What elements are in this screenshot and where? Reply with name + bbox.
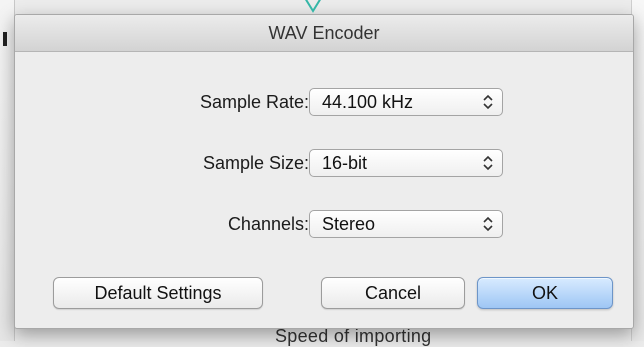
cancel-button[interactable]: Cancel [321, 277, 465, 309]
dialog-title: WAV Encoder [15, 15, 633, 52]
channels-row: Channels: Stereo [15, 207, 633, 241]
chevron-down-icon [302, 0, 324, 16]
channels-label: Channels: [227, 213, 309, 234]
up-down-chevrons-icon [480, 89, 496, 115]
channels-select[interactable]: Stereo [309, 210, 503, 238]
ok-button[interactable]: OK [477, 277, 613, 309]
sample-size-label: Sample Size: [202, 152, 309, 173]
sample-rate-label: Sample Rate: [199, 91, 309, 112]
sample-size-row: Sample Size: 16-bit [15, 146, 633, 180]
sample-rate-select[interactable]: 44.100 kHz [309, 88, 503, 116]
up-down-chevrons-icon [480, 150, 496, 176]
background-text: Speed of importing [275, 326, 432, 346]
wav-encoder-dialog: WAV Encoder Sample Rate: 44.100 kHz Samp… [14, 14, 634, 329]
sample-rate-row: Sample Rate: 44.100 kHz [15, 85, 633, 119]
sample-size-select[interactable]: 16-bit [309, 149, 503, 177]
background-window-left [0, 0, 15, 341]
default-settings-button[interactable]: Default Settings [53, 277, 263, 309]
up-down-chevrons-icon [480, 211, 496, 237]
sample-size-value: 16-bit [322, 152, 368, 173]
background-marker [3, 32, 7, 46]
sample-rate-value: 44.100 kHz [322, 91, 414, 112]
channels-value: Stereo [322, 213, 376, 234]
